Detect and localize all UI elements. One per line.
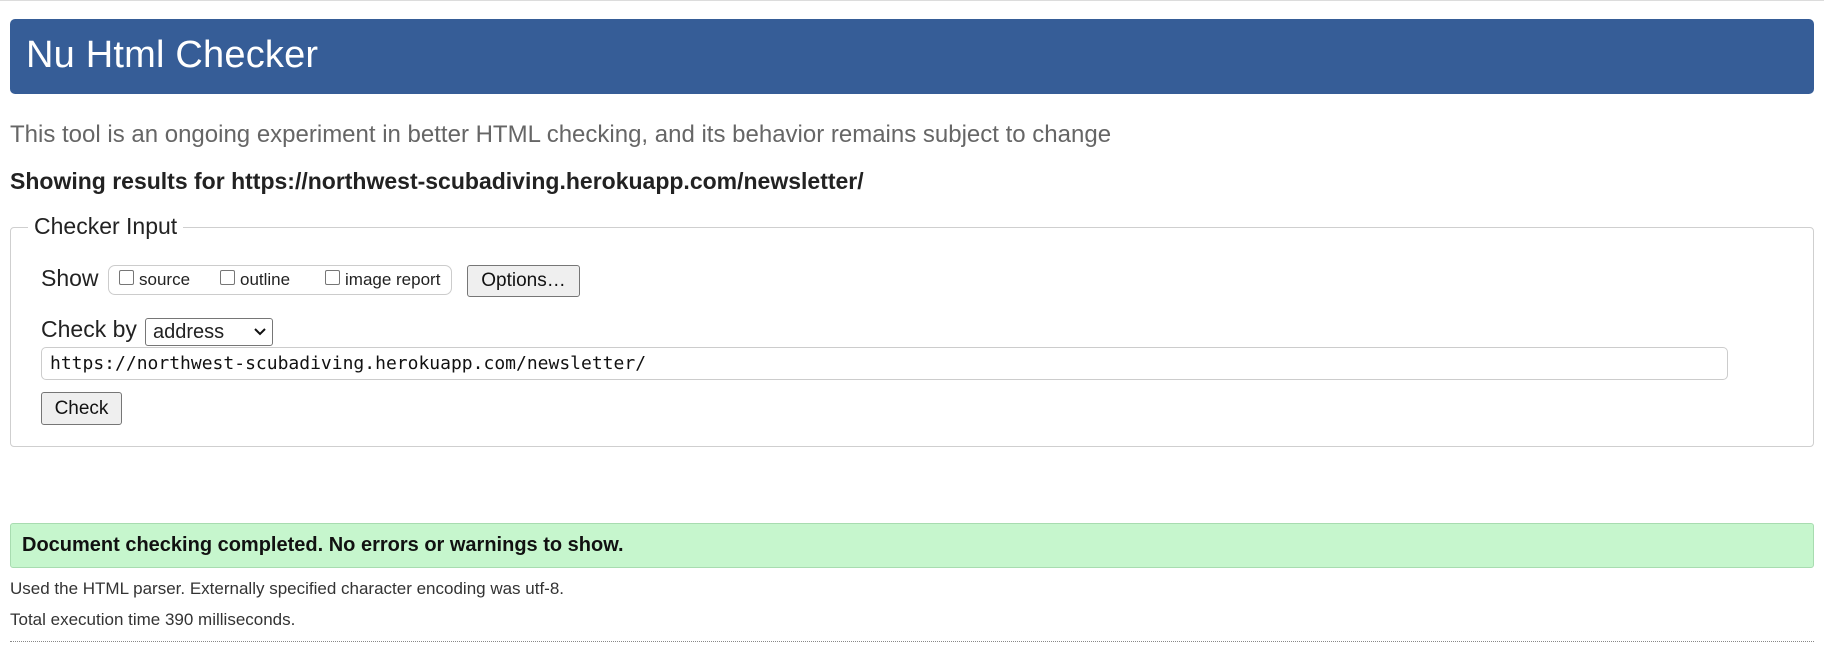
intro-text: This tool is an ongoing experiment in be… [10,121,1112,148]
check-by-selected-value: address [153,320,225,343]
image-report-checkbox-label: image report [345,270,441,289]
url-input[interactable]: https://northwest-scubadiving.herokuapp.… [41,347,1728,380]
top-divider [0,0,1824,1]
outline-checkbox-label: outline [240,270,291,289]
show-options-group: source outline image report [108,265,452,295]
checker-input-legend: Checker Input [28,213,184,240]
image-report-checkbox[interactable] [325,269,340,285]
footer-divider [10,641,1814,642]
show-source-option[interactable]: source [119,266,190,294]
page-title: Nu Html Checker [26,34,319,76]
results-heading: Showing results for https://northwest-sc… [10,168,864,194]
show-image-report-option[interactable]: image report [325,266,440,294]
checker-input-fieldset [10,227,1814,447]
show-outline-option[interactable]: outline [220,266,290,294]
execution-time: Total execution time 390 milliseconds. [10,610,296,629]
parser-info: Used the HTML parser. Externally specifi… [10,579,565,598]
source-checkbox-label: source [139,270,191,289]
check-button[interactable]: Check [41,392,122,425]
check-by-label: Check by [41,316,137,342]
check-by-select[interactable]: address [145,318,273,346]
source-checkbox[interactable] [119,269,134,285]
chevron-down-icon [254,328,266,336]
success-message-box: Document checking completed. No errors o… [10,523,1814,568]
page-header: Nu Html Checker [10,19,1814,94]
success-message: Document checking completed. No errors o… [22,534,624,556]
outline-checkbox[interactable] [220,269,235,285]
show-label: Show [41,265,99,291]
options-button[interactable]: Options… [467,265,580,297]
